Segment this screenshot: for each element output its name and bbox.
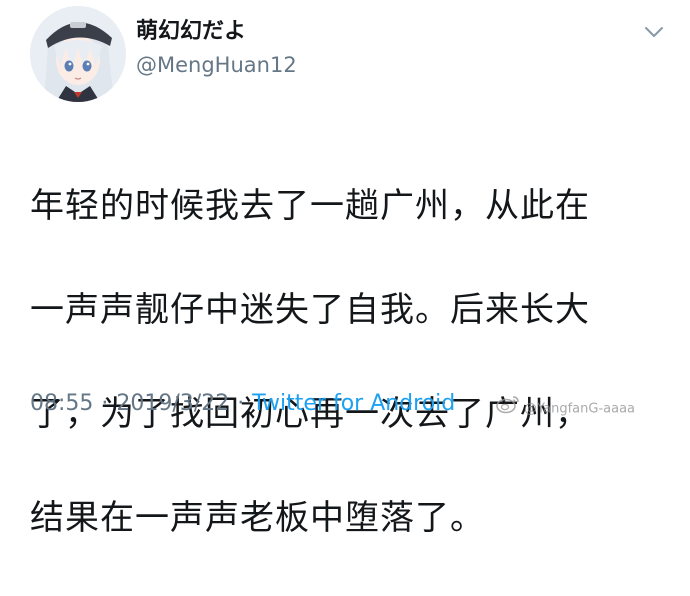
user-handle[interactable]: @MengHuan12 (136, 50, 297, 80)
display-name[interactable]: 萌幻幻だよ (136, 18, 297, 46)
meta-separator: · (237, 391, 245, 416)
tweet-meta: 08:55 · 2019/3/22 · Twitter for Android (30, 386, 455, 422)
chevron-down-icon[interactable] (642, 20, 666, 44)
tweet-text-line: 一声声靓仔中迷失了自我。后来长大 (30, 290, 590, 330)
watermark-text: @YangfanG-aaaa (524, 401, 636, 417)
tweet-text-line: 结果在一声声老板中堕落了。 (30, 498, 485, 538)
tweet-source-link[interactable]: Twitter for Android (252, 391, 455, 416)
avatar[interactable] (30, 6, 126, 102)
watermark: @YangfanG-aaaa (496, 394, 635, 420)
weibo-logo-icon (496, 394, 520, 424)
tweet-time[interactable]: 08:55 (30, 391, 93, 416)
tweet-header: 萌幻幻だよ @MengHuan12 (30, 6, 670, 106)
user-names: 萌幻幻だよ @MengHuan12 (136, 18, 297, 80)
anime-girl-avatar-icon (30, 6, 126, 102)
tweet-body: 年轻的时候我去了一趟广州，从此在 一声声靓仔中迷失了自我。后来长大 了，为了找回… (30, 128, 670, 596)
tweet-date[interactable]: 2019/3/22 (116, 391, 229, 416)
meta-separator: · (101, 391, 109, 416)
tweet-text-line: 年轻的时候我去了一趟广州，从此在 (30, 186, 590, 226)
